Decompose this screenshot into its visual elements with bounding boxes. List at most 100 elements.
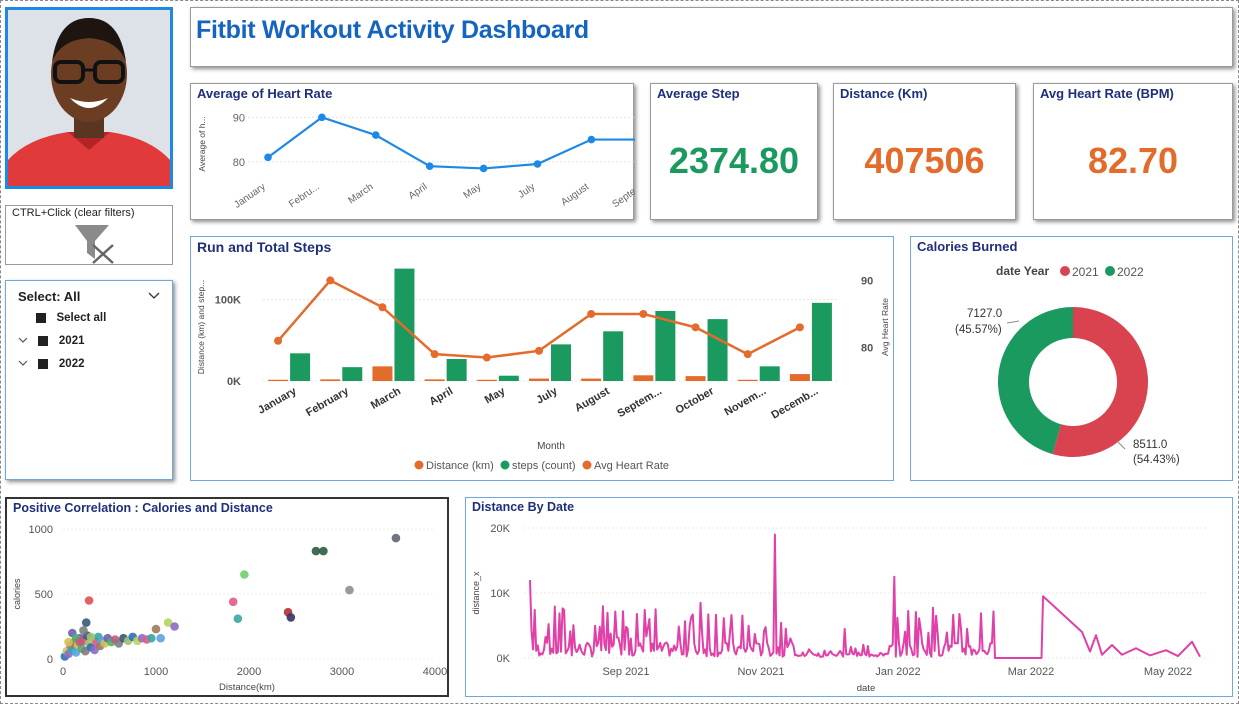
y-tick-label: 0 bbox=[47, 654, 53, 666]
chevron-down-icon[interactable] bbox=[18, 360, 28, 367]
slicer-item-label: 2021 bbox=[58, 334, 85, 347]
x-tick-label: January bbox=[232, 181, 267, 210]
x-tick-label: July bbox=[534, 385, 560, 407]
x-tick-label: Septem... bbox=[616, 385, 664, 420]
slicer-header[interactable]: Select: All bbox=[18, 288, 162, 306]
distance-bar bbox=[529, 378, 549, 381]
legend-marker bbox=[1060, 266, 1070, 276]
heart-rate-point bbox=[795, 323, 804, 332]
leader-line bbox=[1006, 320, 1020, 324]
heart-rate-point bbox=[430, 350, 439, 359]
chevron-down-icon[interactable] bbox=[148, 292, 160, 300]
x-tick-label: March bbox=[346, 181, 375, 206]
scatter-chart-card[interactable]: Positive Correlation : Calories and Dist… bbox=[5, 497, 449, 697]
scatter-point bbox=[79, 626, 88, 635]
y-axis-label: Average of h... bbox=[197, 116, 207, 171]
y-tick-label: 80 bbox=[233, 157, 245, 169]
heart-rate-point bbox=[743, 350, 752, 359]
data-point bbox=[479, 164, 488, 173]
clear-filters-button[interactable]: CTRL+Click (clear filters) bbox=[5, 205, 173, 265]
steps-bar bbox=[446, 359, 467, 381]
x-tick-label: Sep 2021 bbox=[602, 666, 649, 678]
x-tick-label: 3000 bbox=[330, 666, 354, 678]
calories-burned-card[interactable]: Calories Burned date Year 2021 2022 8511.0(… bbox=[910, 236, 1233, 481]
steps-bar bbox=[290, 353, 311, 381]
x-tick-label: 4000 bbox=[423, 666, 447, 678]
scatter-point bbox=[391, 533, 401, 543]
profile-photo-tile bbox=[5, 7, 173, 189]
steps-bar bbox=[551, 344, 571, 381]
heart-rate-chart-card[interactable]: Average of Heart Rate 80 90 Average of h..… bbox=[190, 83, 635, 221]
y-tick-label: 1000 bbox=[29, 524, 53, 536]
legend-label: 2021 bbox=[1072, 265, 1099, 279]
slicer-item-label: Select all bbox=[56, 311, 107, 324]
slicer-item-2021[interactable]: 2021 bbox=[18, 332, 85, 348]
scatter-point bbox=[147, 633, 156, 643]
data-point bbox=[318, 113, 326, 122]
heart-rate-point bbox=[535, 346, 543, 355]
scatter-point bbox=[84, 596, 94, 605]
chevron-down-icon[interactable] bbox=[18, 337, 28, 344]
run-steps-chart-card[interactable]: Run and Total Steps 0K 100K 80 90 Distance (… bbox=[190, 236, 894, 481]
distance-bar bbox=[372, 366, 393, 381]
avg-heart-rate-value: 82.70 bbox=[1087, 140, 1179, 181]
scatter-point bbox=[311, 546, 321, 556]
data-point bbox=[264, 153, 272, 162]
year-slicer[interactable]: Select: All Select all 2021 2022 bbox=[5, 280, 173, 480]
distance-bar bbox=[789, 374, 810, 381]
calories-donut-chart[interactable]: date Year 2021 2022 8511.0 (54.43%) 7127.0 (45… bbox=[911, 237, 1234, 482]
scatter-point bbox=[170, 622, 179, 631]
distance-bar bbox=[685, 376, 706, 381]
x-axis-label: date bbox=[857, 683, 876, 694]
heart-rate-point bbox=[378, 303, 387, 312]
distance-bar bbox=[424, 379, 445, 381]
y-tick-label: 0K bbox=[227, 376, 241, 388]
heart-rate-point bbox=[326, 276, 335, 285]
legend-label: steps (count) bbox=[512, 460, 576, 472]
steps-bar bbox=[498, 375, 519, 381]
y-tick-label: 90 bbox=[233, 112, 245, 124]
distance-km-title: Distance (Km) bbox=[840, 86, 928, 101]
checkbox[interactable] bbox=[36, 312, 46, 323]
x-tick-label: May 2022 bbox=[1144, 666, 1192, 678]
heart-rate-point bbox=[639, 309, 648, 318]
x-tick-label: 2000 bbox=[237, 666, 261, 678]
x-tick-label: Mar 2022 bbox=[1008, 666, 1054, 678]
distance-line bbox=[529, 533, 1201, 659]
legend-label: Distance (km) bbox=[426, 460, 494, 472]
checkbox[interactable] bbox=[38, 335, 49, 346]
slicer-header-label: Select: All bbox=[18, 289, 81, 304]
y-axis-label: distance_x bbox=[471, 571, 481, 615]
distance-by-date-card[interactable]: Distance By Date 0K 10K 20K Sep 2021 Nov 202… bbox=[465, 497, 1233, 697]
scatter-point bbox=[81, 618, 91, 627]
x-axis-label: Distance(km) bbox=[219, 682, 275, 693]
leader-line bbox=[1116, 440, 1126, 450]
distance-by-date-line-chart[interactable]: 0K 10K 20K Sep 2021 Nov 2021 Jan 2022 Mar 2022… bbox=[466, 498, 1232, 696]
clear-filter-icon bbox=[75, 225, 114, 264]
run-steps-combo-chart[interactable]: 0K 100K 80 90 Distance (km) and step... Avg H… bbox=[191, 237, 895, 482]
y-tick-label: 20K bbox=[490, 523, 510, 535]
calories-distance-scatter[interactable]: 0 500 1000 0 1000 2000 3000 4000 calories Distanc… bbox=[7, 499, 447, 695]
distance-bar bbox=[268, 379, 289, 381]
x-axis-label: Month bbox=[537, 441, 565, 452]
steps-bar bbox=[394, 268, 415, 381]
distance-bar bbox=[320, 379, 341, 381]
heart-rate-line-chart[interactable]: 8090Average of h...January Febru... March A… bbox=[191, 84, 635, 221]
legend-marker bbox=[582, 460, 592, 470]
x-tick-label: January bbox=[256, 385, 299, 417]
distance-bar bbox=[476, 379, 497, 381]
scatter-point bbox=[151, 624, 161, 634]
legend-title: date Year bbox=[996, 264, 1049, 278]
avg-heart-rate-card: Avg Heart Rate (BPM) 82.70 bbox=[1033, 83, 1233, 220]
slicer-item-2022[interactable]: 2022 bbox=[18, 355, 85, 371]
page-title: Fitbit Workout Activity Dashboard bbox=[196, 16, 589, 44]
legend-label: Avg Heart Rate bbox=[594, 460, 669, 472]
slicer-item-select-all[interactable]: Select all bbox=[36, 309, 106, 325]
checkbox[interactable] bbox=[38, 358, 49, 369]
y-tick-label: 10K bbox=[490, 588, 510, 600]
slicer-item-label: 2022 bbox=[58, 357, 85, 370]
heart-rate-point bbox=[482, 353, 491, 362]
x-tick-label: April bbox=[407, 181, 430, 201]
steps-bar bbox=[603, 331, 624, 381]
steps-bar bbox=[707, 319, 728, 381]
